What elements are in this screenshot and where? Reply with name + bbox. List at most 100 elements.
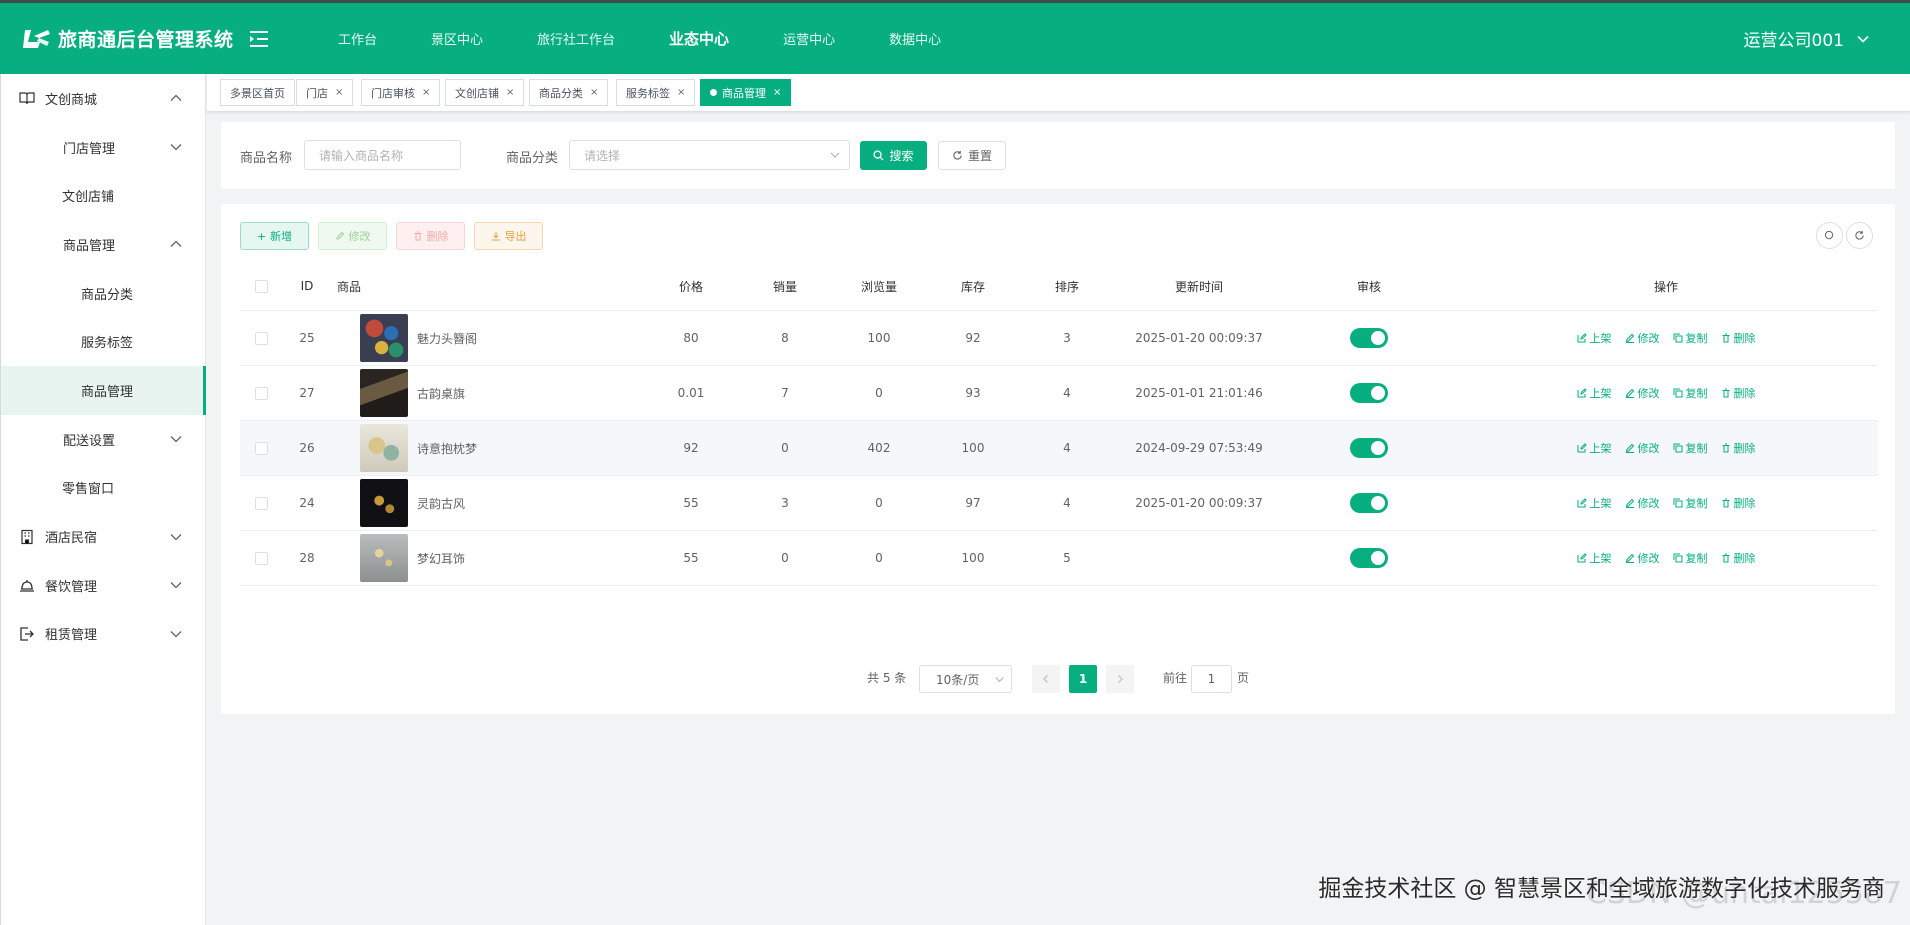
audit-switch[interactable]	[1350, 438, 1388, 458]
top-nav-agency-workbench[interactable]: 旅行社工作台	[510, 3, 642, 74]
reset-button[interactable]: 重置	[938, 141, 1006, 170]
tag-cultural-store[interactable]: 文创店铺 ×	[445, 79, 525, 106]
sidebar-item-label: 文创店铺	[62, 190, 115, 206]
sidebar-item-store-management[interactable]: 门店管理	[1, 123, 205, 172]
sidebar-item-product-management[interactable]: 商品管理	[1, 366, 206, 415]
close-icon[interactable]: ×	[506, 87, 514, 98]
top-nav-operations-center[interactable]: 运营中心	[756, 3, 862, 74]
sidebar-item-hotel[interactable]: 酒店民宿	[1, 512, 205, 561]
next-page-button[interactable]	[1106, 665, 1134, 693]
product-thumbnail[interactable]	[360, 424, 408, 472]
search-icon	[1824, 230, 1834, 240]
row-checkbox[interactable]	[240, 311, 282, 365]
cell-id: 25	[299, 331, 315, 345]
delete-action[interactable]: 删除	[1721, 495, 1756, 511]
tag-product-management[interactable]: 商品管理 ×	[700, 79, 792, 106]
tag-store[interactable]: 门店 ×	[296, 79, 354, 106]
user-menu[interactable]: 运营公司001	[1744, 3, 1870, 74]
delete-action[interactable]: 删除	[1721, 440, 1756, 456]
logo[interactable]: 旅商通后台管理系统	[22, 25, 247, 52]
sidebar-item-catering[interactable]: 餐饮管理	[1, 561, 205, 610]
sidebar-item-product-management-group[interactable]: 商品管理	[1, 220, 205, 269]
copy-action[interactable]: 复制	[1673, 440, 1708, 456]
product-thumbnail[interactable]	[360, 534, 408, 582]
shelve-action[interactable]: 上架	[1577, 550, 1612, 566]
product-name-input[interactable]: 请输入商品名称	[304, 140, 461, 170]
copy-action[interactable]: 复制	[1673, 550, 1708, 566]
sidebar-item-retail-window[interactable]: 零售窗口	[1, 464, 205, 513]
tag-multi-scenic-home[interactable]: 多景区首页	[220, 79, 295, 106]
menu-fold-icon[interactable]	[247, 29, 271, 49]
shelve-action[interactable]: 上架	[1577, 495, 1612, 511]
sidebar-item-cultural-store[interactable]: 文创店铺	[1, 171, 205, 220]
delete-action[interactable]: 删除	[1721, 550, 1756, 566]
close-icon[interactable]: ×	[335, 87, 343, 98]
select-all-checkbox[interactable]	[240, 261, 282, 311]
sidebar-item-service-tags[interactable]: 服务标签	[1, 317, 205, 366]
copy-action[interactable]: 复制	[1673, 385, 1708, 401]
table-row[interactable]: 28 梦幻耳饰 55 0 0 100 5 上架 修改 复制 删除	[240, 531, 1878, 586]
close-icon[interactable]: ×	[677, 87, 685, 98]
top-nav-scenic-center[interactable]: 景区中心	[404, 3, 510, 74]
audit-switch[interactable]	[1350, 383, 1388, 403]
cell-sort: 4	[1063, 441, 1071, 455]
prev-page-button[interactable]	[1032, 665, 1060, 693]
tag-product-category[interactable]: 商品分类 ×	[529, 79, 609, 106]
close-icon[interactable]: ×	[590, 87, 598, 98]
delete-action[interactable]: 删除	[1721, 385, 1756, 401]
row-checkbox[interactable]	[240, 531, 282, 585]
audit-switch[interactable]	[1350, 493, 1388, 513]
delete-action[interactable]: 删除	[1721, 330, 1756, 346]
goto-page-input[interactable]: 1	[1191, 665, 1232, 693]
table-row[interactable]: 26 诗意抱枕梦 92 0 402 100 4 2024-09-29 07:53…	[240, 421, 1878, 476]
action-label: 删除	[1733, 552, 1756, 565]
delete-button[interactable]: 删除	[396, 222, 465, 250]
audit-switch[interactable]	[1350, 548, 1388, 568]
table-row[interactable]: 25 魅力头簪阁 80 8 100 92 3 2025-01-20 00:09:…	[240, 311, 1878, 366]
top-nav-data-center[interactable]: 数据中心	[862, 3, 968, 74]
edit-action[interactable]: 修改	[1625, 550, 1660, 566]
sidebar-item-delivery-settings[interactable]: 配送设置	[1, 415, 205, 464]
page-number-button[interactable]: 1	[1069, 665, 1097, 693]
shelve-action[interactable]: 上架	[1577, 330, 1612, 346]
row-checkbox[interactable]	[240, 421, 282, 475]
top-nav-workbench[interactable]: 工作台	[311, 3, 404, 74]
sidebar-item-rental[interactable]: 租赁管理	[1, 610, 205, 659]
search-button[interactable]: 搜索	[860, 141, 927, 170]
cell-stock: 100	[961, 551, 985, 565]
audit-switch[interactable]	[1350, 328, 1388, 348]
tag-service-tags[interactable]: 服务标签 ×	[616, 79, 696, 106]
edit-action[interactable]: 修改	[1625, 385, 1660, 401]
copy-action[interactable]: 复制	[1673, 330, 1708, 346]
row-checkbox[interactable]	[240, 366, 282, 420]
tag-store-audit[interactable]: 门店审核 ×	[361, 79, 441, 106]
edit-button[interactable]: 修改	[318, 222, 387, 250]
reset-button-label: 重置	[967, 149, 992, 163]
product-category-select[interactable]: 请选择	[569, 140, 850, 170]
shelve-action[interactable]: 上架	[1577, 440, 1612, 456]
table-row[interactable]: 24 灵韵古风 55 3 0 97 4 2025-01-20 00:09:37 …	[240, 476, 1878, 531]
table-row[interactable]: 27 古韵桌旗 0.01 7 0 93 4 2025-01-01 21:01:4…	[240, 366, 1878, 421]
export-button[interactable]: 导出	[474, 222, 543, 250]
shelve-action[interactable]: 上架	[1577, 385, 1612, 401]
product-thumbnail[interactable]	[360, 314, 408, 362]
edit-action[interactable]: 修改	[1625, 330, 1660, 346]
close-icon[interactable]: ×	[422, 87, 430, 98]
copy-action[interactable]: 复制	[1673, 495, 1708, 511]
sidebar-item-cultural-mall[interactable]: 文创商城	[1, 74, 205, 123]
cell-audit	[1284, 366, 1454, 420]
toggle-search-button[interactable]	[1816, 222, 1843, 249]
edit-action[interactable]: 修改	[1625, 440, 1660, 456]
edit-action[interactable]: 修改	[1625, 495, 1660, 511]
page-size-select[interactable]: 10条/页	[919, 665, 1012, 693]
top-nav-business-center[interactable]: 业态中心	[642, 3, 756, 74]
cell-sort: 5	[1063, 551, 1071, 565]
sidebar-item-product-category[interactable]: 商品分类	[1, 269, 205, 318]
product-thumbnail[interactable]	[360, 479, 408, 527]
product-thumbnail[interactable]	[360, 369, 408, 417]
close-icon[interactable]: ×	[773, 87, 781, 98]
cell-price: 55	[683, 496, 699, 510]
row-checkbox[interactable]	[240, 476, 282, 530]
refresh-table-button[interactable]	[1846, 222, 1873, 249]
add-button[interactable]: + 新增	[240, 222, 309, 250]
